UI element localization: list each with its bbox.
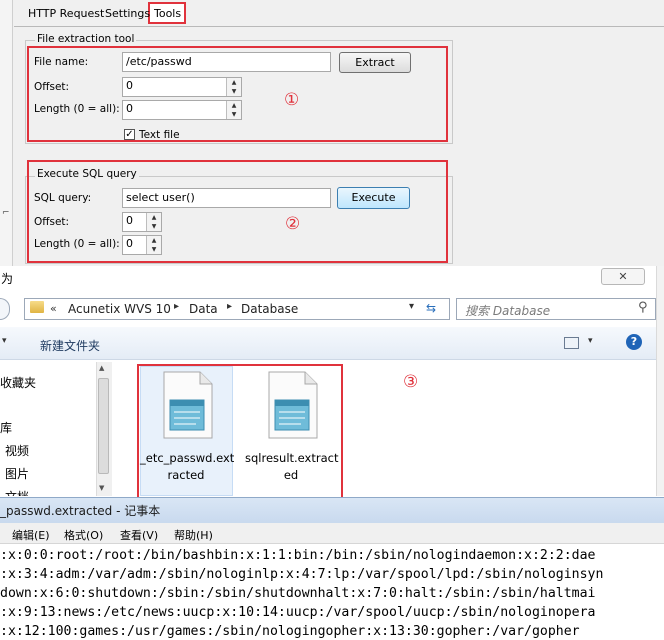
search-placeholder: 搜索 Database <box>465 304 551 318</box>
notepad-title: _passwd.extracted - 记事本 <box>0 504 161 518</box>
folder-icon <box>30 301 44 313</box>
marker-2: ② <box>285 214 301 234</box>
file-name-line: racted <box>167 468 205 482</box>
sql-offset-spinner[interactable]: 0 ▲ ▼ <box>122 212 162 232</box>
nav-item-documents[interactable]: 文档 <box>5 488 29 496</box>
breadcrumb-item-data[interactable]: Data <box>189 302 218 316</box>
sql-length-value: 0 <box>126 237 133 250</box>
breadcrumb-item-acunetix[interactable]: Acunetix WVS 10 <box>68 302 171 316</box>
menu-view[interactable]: 查看(V) <box>120 527 158 543</box>
sql-query-label: SQL query: <box>34 192 92 204</box>
address-dropdown-icon[interactable]: ▾ <box>409 301 414 312</box>
offset-value: 0 <box>126 79 133 92</box>
nav-item-pictures[interactable]: 图片 <box>5 465 29 482</box>
menu-edit[interactable]: 编辑(E) <box>12 527 50 543</box>
text-line: :x:9:13:news:/etc/news:uucp:x:10:14:uucp… <box>0 605 596 620</box>
sql-query-title: Execute SQL query <box>35 168 139 180</box>
menu-help[interactable]: 帮助(H) <box>174 527 213 543</box>
tab-tools[interactable]: Tools <box>151 4 184 24</box>
search-icon[interactable]: ⚲ <box>638 300 648 315</box>
spin-up-icon[interactable]: ▲ <box>146 236 161 245</box>
notepad-file-icon <box>163 371 213 439</box>
file-name-input[interactable]: /etc/passwd <box>122 52 331 72</box>
scroll-thumb[interactable] <box>98 378 109 474</box>
spin-down-icon[interactable]: ▼ <box>146 222 161 231</box>
tab-settings[interactable]: Settings <box>102 4 153 24</box>
sql-length-spinner[interactable]: 0 ▲ ▼ <box>122 235 162 255</box>
explorer-right-scrollbar[interactable] <box>656 266 664 496</box>
file-name-line: ed <box>283 468 299 482</box>
spin-up-icon[interactable]: ▲ <box>146 213 161 222</box>
menu-format[interactable]: 格式(O) <box>64 527 103 543</box>
text-file-checkbox[interactable]: ✓ <box>124 129 135 140</box>
view-dropdown-icon[interactable]: ▾ <box>588 336 593 346</box>
nav-item-libraries[interactable]: 库 <box>0 419 12 436</box>
file-name-line: sqlresult.extract <box>245 451 339 465</box>
scroll-up-icon[interactable]: ▲ <box>99 364 104 372</box>
help-icon[interactable]: ? <box>626 334 642 350</box>
nav-item-videos[interactable]: 视频 <box>5 442 29 459</box>
breadcrumb-arrow-icon[interactable]: ▸ <box>174 301 179 312</box>
refresh-icon[interactable]: ⇆ <box>426 301 436 315</box>
file-name-line: _etc_passwd.ext <box>140 451 235 465</box>
explorer-titlebar <box>0 266 664 288</box>
text-line: down:x:6:0:shutdown:/sbin:/sbin/shutdown… <box>0 586 596 601</box>
sql-offset-value: 0 <box>126 214 133 227</box>
extract-button[interactable]: Extract <box>339 52 411 73</box>
spin-up-icon[interactable]: ▲ <box>226 78 241 87</box>
offset-spinner[interactable]: 0 ▲ ▼ <box>122 77 242 97</box>
tab-http-request[interactable]: HTTP Request <box>25 4 107 24</box>
marker-3: ③ <box>403 372 419 392</box>
breadcrumb-item-database[interactable]: Database <box>241 302 298 316</box>
spin-down-icon[interactable]: ▼ <box>226 87 241 96</box>
view-icon[interactable] <box>564 337 579 349</box>
file-name-label: File name: <box>34 56 89 68</box>
execute-button[interactable]: Execute <box>337 187 410 209</box>
spin-down-icon[interactable]: ▼ <box>146 245 161 254</box>
spin-up-icon[interactable]: ▲ <box>226 101 241 110</box>
left-edge-glyph: ⌐ <box>2 208 10 218</box>
length-value: 0 <box>126 102 133 115</box>
file-item-etc-passwd[interactable]: _etc_passwd.ext racted <box>140 370 235 484</box>
length-label: Length (0 = all): <box>34 103 120 115</box>
file-item-sqlresult[interactable]: sqlresult.extract ed <box>245 370 339 484</box>
breadcrumb-chevron-icon: « <box>50 302 57 315</box>
notepad-text-area[interactable]: :x:0:0:root:/root:/bin/bashbin:x:1:1:bin… <box>0 544 664 640</box>
sql-length-label: Length (0 = all): <box>34 238 120 250</box>
new-folder-button[interactable]: 新建文件夹 <box>40 337 100 354</box>
scroll-down-icon[interactable]: ▼ <box>99 484 104 492</box>
text-file-label: Text file <box>139 129 180 141</box>
explorer-title: 为 <box>1 272 14 286</box>
text-line: :x:0:0:root:/root:/bin/bashbin:x:1:1:bin… <box>0 548 596 563</box>
organize-arrow-icon[interactable]: ▾ <box>2 336 7 346</box>
length-spinner[interactable]: 0 ▲ ▼ <box>122 100 242 120</box>
breadcrumb-arrow-icon[interactable]: ▸ <box>227 301 232 312</box>
text-line: :x:3:4:adm:/var/adm:/sbin/nologinlp:x:4:… <box>0 567 604 582</box>
text-line: :x:12:100:games:/usr/games:/sbin/nologin… <box>0 624 580 639</box>
nav-item-favorites[interactable]: 收藏夹 <box>0 374 36 391</box>
sql-offset-label: Offset: <box>34 216 70 228</box>
left-panel-edge <box>0 0 13 266</box>
close-icon[interactable]: ✕ <box>601 268 645 285</box>
notepad-file-icon <box>268 371 318 439</box>
file-extraction-title: File extraction tool <box>35 33 137 45</box>
spin-down-icon[interactable]: ▼ <box>226 110 241 119</box>
offset-label: Offset: <box>34 81 70 93</box>
tab-divider <box>14 26 664 27</box>
marker-1: ① <box>284 90 300 110</box>
sql-query-input[interactable]: select user() <box>122 188 331 208</box>
